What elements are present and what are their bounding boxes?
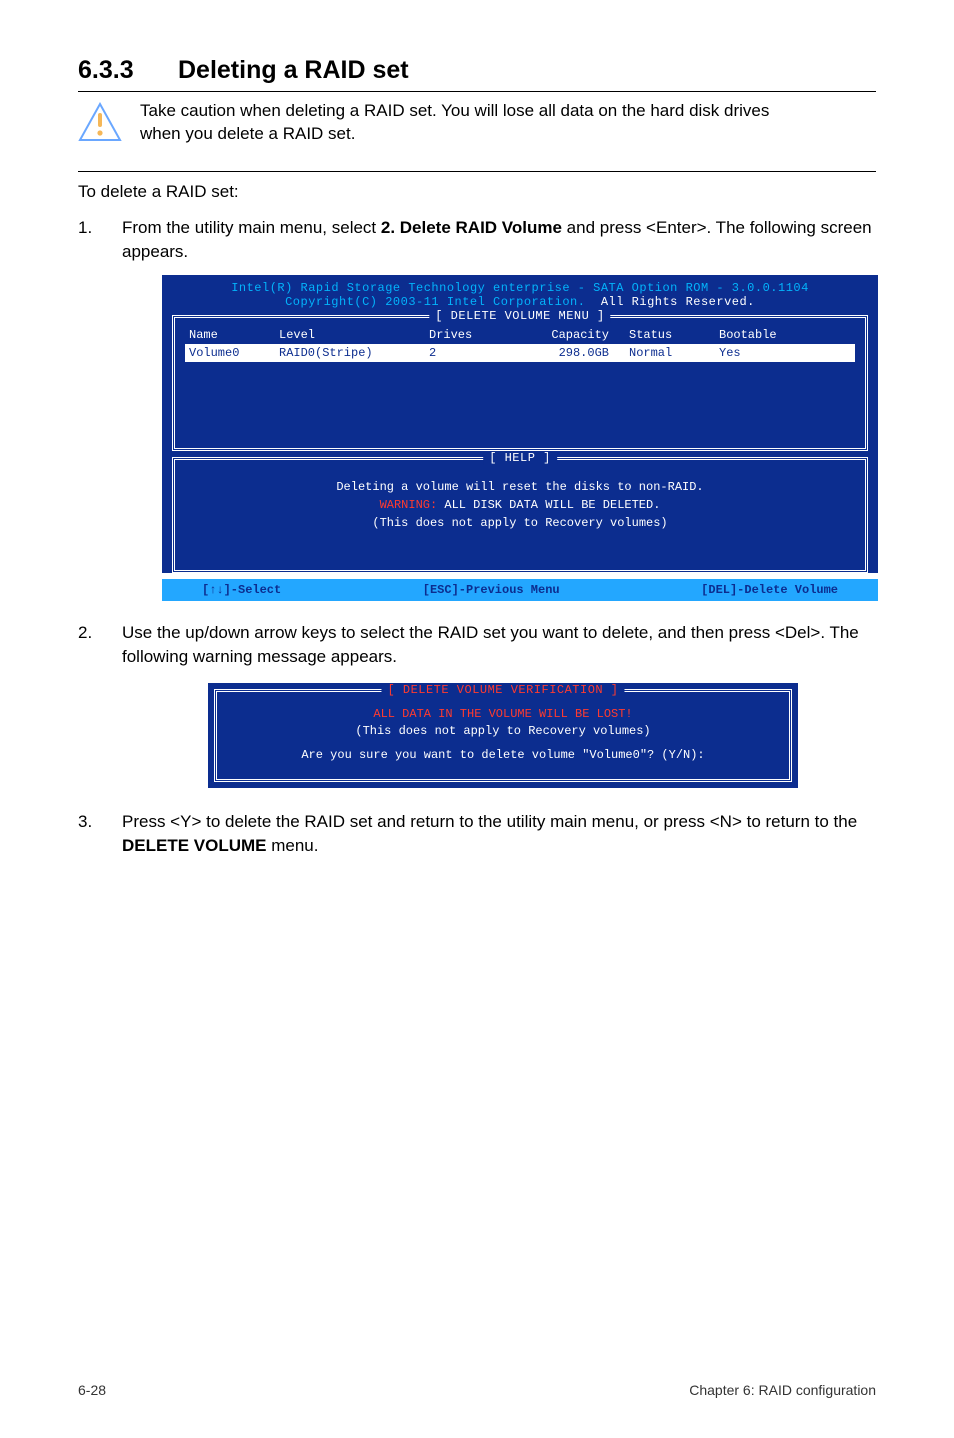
warning-prefix: WARNING:: [380, 498, 438, 512]
footer-delete: [DEL]-Delete Volume: [701, 583, 838, 597]
page-footer: 6-28 Chapter 6: RAID configuration: [78, 1382, 876, 1398]
spacer: [185, 362, 855, 440]
dialog-label: [ DELETE VOLUME VERIFICATION ]: [381, 683, 624, 697]
section-title: Deleting a RAID set: [178, 56, 409, 84]
bios-title-line-2: Copyright(C) 2003-11 Intel Corporation. …: [162, 295, 878, 309]
section-number: 6.3.3: [78, 56, 178, 85]
col-name: Name: [189, 328, 279, 342]
col-level: Level: [279, 328, 429, 342]
bios-rights: All Rights Reserved.: [601, 295, 755, 309]
step-1: 1.From the utility main menu, select 2. …: [78, 216, 876, 264]
warning-text: ALL DISK DATA WILL BE DELETED.: [437, 498, 660, 512]
step-bold: 2. Delete RAID Volume: [381, 218, 562, 237]
divider: [78, 171, 876, 172]
ordered-list-text: Use the up/down arrow keys to select the…: [122, 623, 859, 666]
caution-icon: [78, 102, 122, 147]
help-label: [ HELP ]: [483, 451, 557, 465]
help-line-2: WARNING: ALL DISK DATA WILL BE DELETED.: [185, 498, 855, 512]
dialog-prompt: Are you sure you want to delete volume "…: [227, 748, 779, 762]
step-number: 3.: [78, 810, 122, 834]
bios-title-line-1: Intel(R) Rapid Storage Technology enterp…: [162, 281, 878, 295]
section-heading: 6.3.3Deleting a RAID set: [78, 56, 876, 85]
page-number: 6-28: [78, 1382, 106, 1398]
cell-name: Volume0: [189, 346, 279, 360]
bios-footer: [↑↓]-Select [ESC]-Previous Menu [DEL]-De…: [162, 579, 878, 601]
dialog-note: (This does not apply to Recovery volumes…: [227, 724, 779, 738]
delete-volume-label: [ DELETE VOLUME MENU ]: [429, 309, 610, 323]
footer-select: [↑↓]-Select: [202, 583, 281, 597]
bios-screenshot-dialog: [ DELETE VOLUME VERIFICATION ] ALL DATA …: [208, 683, 798, 788]
cell-status: Normal: [629, 346, 719, 360]
delete-volume-frame: [ DELETE VOLUME MENU ] Name Level Drives…: [172, 315, 868, 451]
step-3: 3.Press <Y> to delete the RAID set and r…: [78, 810, 876, 858]
col-bootable: Bootable: [719, 328, 809, 342]
volume-table: Name Level Drives Capacity Status Bootab…: [185, 326, 855, 440]
dialog-frame: [ DELETE VOLUME VERIFICATION ] ALL DATA …: [214, 689, 792, 782]
step-bold: DELETE VOLUME: [122, 836, 267, 855]
cell-capacity: 298.0GB: [509, 346, 629, 360]
col-capacity: Capacity: [509, 328, 629, 342]
table-row[interactable]: Volume0 RAID0(Stripe) 2 298.0GB Normal Y…: [185, 344, 855, 362]
caution-note: Take caution when deleting a RAID set. Y…: [78, 100, 876, 147]
help-frame: [ HELP ] Deleting a volume will reset th…: [172, 457, 868, 573]
chapter-label: Chapter 6: RAID configuration: [689, 1382, 876, 1398]
table-header: Name Level Drives Capacity Status Bootab…: [185, 326, 855, 344]
caution-text: Take caution when deleting a RAID set. Y…: [140, 100, 780, 146]
col-drives: Drives: [429, 328, 509, 342]
divider: [78, 91, 876, 92]
help-line-3: (This does not apply to Recovery volumes…: [185, 516, 855, 530]
step-number: 2.: [78, 621, 122, 645]
ordered-list-text: menu.: [267, 836, 319, 855]
footer-previous: [ESC]-Previous Menu: [423, 583, 560, 597]
col-status: Status: [629, 328, 719, 342]
step-2: 2.Use the up/down arrow keys to select t…: [78, 621, 876, 669]
bios-screenshot-delete-menu: Intel(R) Rapid Storage Technology enterp…: [162, 275, 878, 601]
cell-drives: 2: [429, 346, 509, 360]
step-number: 1.: [78, 216, 122, 240]
intro-text: To delete a RAID set:: [78, 180, 876, 204]
help-line-1: Deleting a volume will reset the disks t…: [185, 480, 855, 494]
cell-bootable: Yes: [719, 346, 809, 360]
bios-copyright: Copyright(C) 2003-11 Intel Corporation.: [285, 295, 585, 309]
cell-level: RAID0(Stripe): [279, 346, 429, 360]
ordered-list-text: From the utility main menu, select: [122, 218, 381, 237]
ordered-list-text: Press <Y> to delete the RAID set and ret…: [122, 812, 857, 831]
dialog-warning: ALL DATA IN THE VOLUME WILL BE LOST!: [227, 707, 779, 721]
